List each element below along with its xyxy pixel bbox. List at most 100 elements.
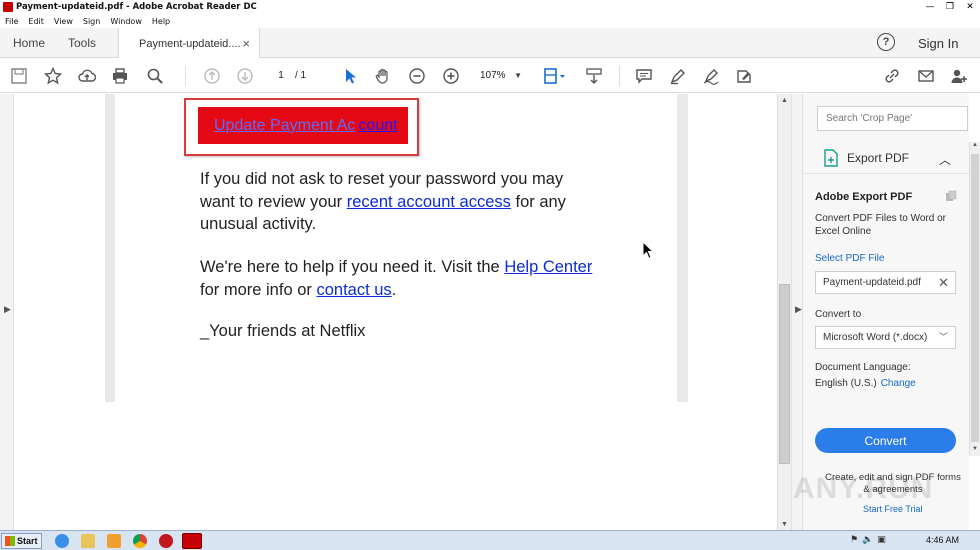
tab-document[interactable]: Payment-updateid.... × [118, 28, 260, 59]
acrobat-taskbar-icon[interactable] [182, 533, 202, 549]
tray-speaker-icon[interactable]: 🔈 [862, 534, 873, 545]
help-icon[interactable]: ? [877, 33, 895, 51]
chevron-down-icon: ▼ [514, 71, 522, 80]
tools-search-input[interactable]: Search 'Crop Page' [817, 106, 968, 131]
export-title: Adobe Export PDF [815, 191, 913, 203]
paragraph-text: We're here to help if you need it. Visit… [200, 258, 505, 276]
scrollbar-thumb[interactable] [971, 154, 979, 442]
fill-sign-icon[interactable] [733, 65, 755, 87]
tray-flag-icon[interactable]: ⚑ [850, 534, 858, 545]
tools-pane-scrollbar[interactable]: ▲ ▼ [969, 142, 980, 456]
file-explorer-icon[interactable] [81, 534, 95, 548]
tab-document-label: Payment-updateid.... [139, 37, 241, 50]
ie-browser-icon[interactable] [55, 534, 69, 548]
recent-account-access-link[interactable]: recent account access [347, 193, 511, 211]
window-controls: — ❐ ✕ [920, 0, 980, 14]
save-icon[interactable] [8, 65, 30, 87]
menu-help[interactable]: Help [152, 17, 170, 26]
right-panel-toggle[interactable]: ▶ [791, 94, 803, 530]
mouse-cursor-icon [642, 241, 654, 260]
zoom-in-icon[interactable] [440, 65, 462, 87]
selected-file-field[interactable]: Payment-updateid.pdf ✕ [815, 271, 956, 294]
comment-icon[interactable] [633, 65, 655, 87]
menu-bar: File Edit View Sign Window Help [0, 14, 980, 28]
document-scrollbar[interactable]: ▲ ▼ [777, 94, 791, 530]
menu-view[interactable]: View [54, 17, 73, 26]
window-title: Payment-updateid.pdf - Adobe Acrobat Rea… [16, 2, 257, 12]
tab-bar: Home Tools Payment-updateid.... × ? Sign… [0, 28, 980, 59]
tab-close-icon[interactable]: × [242, 36, 250, 51]
paragraph-text: for more info or [200, 280, 317, 299]
sign-in-button[interactable]: Sign In [918, 28, 958, 58]
hand-tool-icon[interactable] [372, 65, 394, 87]
zoom-level-dropdown[interactable]: 107% ▼ [474, 67, 526, 84]
menu-edit[interactable]: Edit [28, 17, 44, 26]
change-language-link[interactable]: Change [881, 378, 916, 389]
chevron-up-icon[interactable]: ︿ [939, 151, 951, 168]
windows-logo-icon [5, 536, 15, 546]
start-label: Start [17, 536, 38, 546]
left-panel-toggle[interactable]: ▶ [0, 94, 14, 530]
next-page-icon[interactable] [234, 65, 256, 87]
page-fit-icon[interactable] [541, 65, 569, 87]
zoom-level-value: 107% [480, 70, 506, 81]
taskbar: Start ⚑ 🔈 ▣ 4:46 AM [0, 530, 980, 550]
update-payment-link-part1[interactable]: Update Payment Ac [214, 117, 355, 135]
close-window-button[interactable]: ✕ [960, 0, 980, 14]
prev-page-icon[interactable] [201, 65, 223, 87]
convert-to-label: Convert to [815, 309, 862, 320]
export-pdf-header[interactable]: Export PDF ︿ [803, 142, 969, 174]
chevron-down-icon: ﹀ [938, 332, 948, 342]
tab-tools[interactable]: Tools [68, 28, 96, 58]
bookmark-star-icon[interactable] [42, 65, 64, 87]
menu-file[interactable]: File [5, 17, 18, 26]
cloud-upload-icon[interactable] [76, 65, 98, 87]
promo-text: Create, edit and sign PDF forms & agreem… [825, 472, 961, 495]
scroll-up-arrow-icon[interactable]: ▲ [778, 94, 791, 106]
print-icon[interactable] [109, 65, 131, 87]
start-button[interactable]: Start [1, 533, 42, 549]
select-pdf-file-label[interactable]: Select PDF File [815, 253, 884, 264]
highlight-pen-icon[interactable] [667, 65, 689, 87]
avast-icon[interactable] [159, 534, 173, 548]
update-payment-button[interactable]: Update Payment Ac count [198, 107, 408, 144]
page-number-input[interactable]: 1 [270, 67, 292, 84]
maximize-button[interactable]: ❐ [940, 0, 960, 14]
zoom-out-icon[interactable] [406, 65, 428, 87]
select-cursor-icon[interactable] [339, 65, 361, 87]
share-link-icon[interactable] [881, 65, 903, 87]
format-select[interactable]: Microsoft Word (*.docx) ﹀ [815, 326, 956, 349]
email-icon[interactable] [915, 65, 937, 87]
contact-us-link[interactable]: contact us [316, 281, 391, 299]
scrollbar-thumb[interactable] [779, 284, 790, 464]
scroll-down-arrow-icon[interactable]: ▼ [970, 446, 980, 456]
copy-icon[interactable] [945, 190, 957, 202]
convert-button[interactable]: Convert [815, 428, 956, 453]
minimize-button[interactable]: — [920, 0, 940, 14]
scroll-down-arrow-icon[interactable]: ▼ [778, 518, 791, 530]
page-edge-left [105, 94, 115, 402]
start-free-trial-link[interactable]: Start Free Trial [863, 504, 923, 514]
close-icon[interactable]: ✕ [938, 272, 949, 293]
menu-window[interactable]: Window [110, 17, 142, 26]
menu-sign[interactable]: Sign [83, 17, 100, 26]
document-language: English (U.S.) Change [815, 378, 916, 389]
scroll-mode-icon[interactable] [583, 65, 605, 87]
tab-home[interactable]: Home [13, 28, 45, 58]
zoom-search-icon[interactable] [144, 65, 166, 87]
document-view: Update Payment Ac count If you did not as… [15, 94, 777, 530]
tray-network-icon[interactable]: ▣ [877, 534, 886, 545]
chrome-icon[interactable] [133, 534, 147, 548]
chevron-right-icon: ▶ [4, 304, 11, 314]
system-tray: ⚑ 🔈 ▣ [850, 534, 886, 545]
scroll-up-arrow-icon[interactable]: ▲ [970, 142, 980, 152]
update-payment-link-part2[interactable]: count [358, 117, 397, 135]
export-pdf-label: Export PDF [847, 150, 910, 165]
add-user-icon[interactable] [948, 65, 970, 87]
signature-line: _Your friends at Netflix [200, 322, 366, 340]
taskbar-clock: 4:46 AM [926, 535, 960, 545]
help-center-link[interactable]: Help Center [504, 258, 592, 276]
media-player-icon[interactable] [107, 534, 121, 548]
title-bar: Payment-updateid.pdf - Adobe Acrobat Rea… [0, 0, 980, 14]
sign-pen-icon[interactable] [700, 65, 722, 87]
